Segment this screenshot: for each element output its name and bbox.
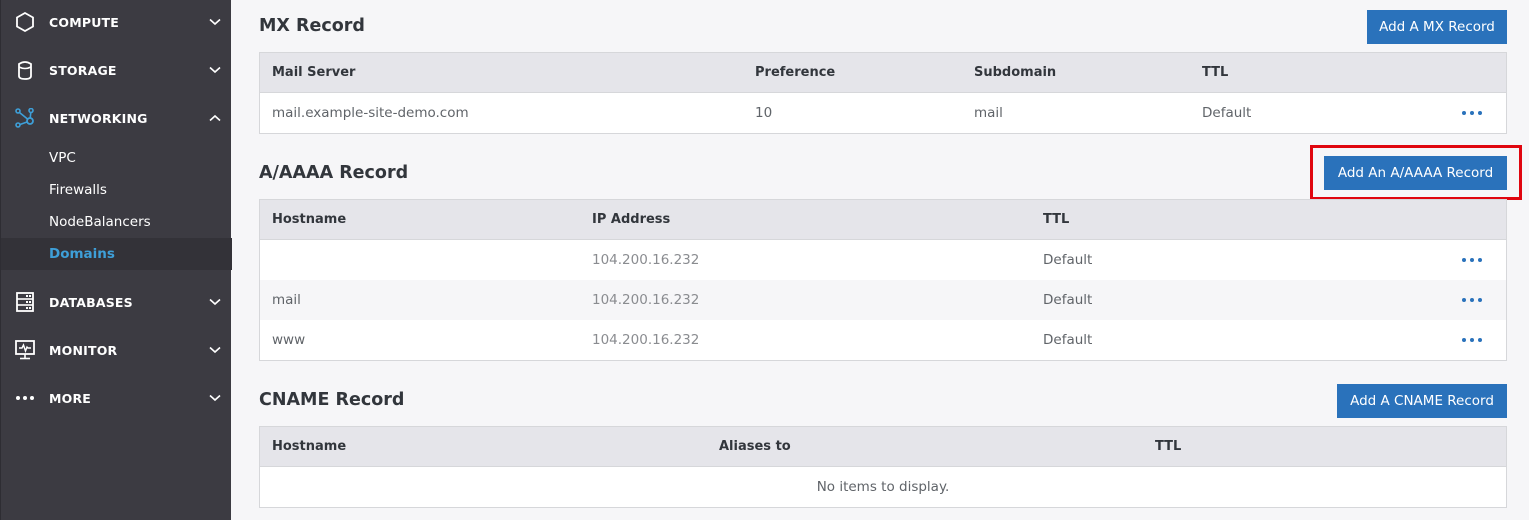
- hexagon-icon: [15, 11, 35, 33]
- table-row: mail.example-site-demo.com 10 mail Defau…: [260, 93, 1506, 133]
- column-header-ttl[interactable]: TTL: [1202, 53, 1228, 92]
- column-header-hostname[interactable]: Hostname: [272, 427, 346, 466]
- column-header-ip-address[interactable]: IP Address: [592, 200, 670, 239]
- chevron-down-icon: [209, 394, 221, 402]
- table-header: Mail Server Preference Subdomain TTL: [260, 53, 1506, 93]
- table-header: Hostname Aliases to TTL: [260, 427, 1506, 467]
- ttl-cell: Default: [1043, 252, 1093, 268]
- main-content: MX Record Add A MX Record Mail Server Pr…: [231, 0, 1529, 520]
- column-header-hostname[interactable]: Hostname: [272, 200, 346, 239]
- row-actions-menu-icon[interactable]: [1458, 254, 1486, 266]
- table-row: mail 104.200.16.232 Default: [260, 280, 1506, 320]
- a-aaaa-record-title: A/AAAA Record: [259, 163, 409, 183]
- nav-group-monitor[interactable]: MONITOR: [1, 326, 232, 374]
- more-dots-icon: [15, 387, 35, 409]
- nav-group-label: NETWORKING: [49, 110, 148, 126]
- nav-group-label: DATABASES: [49, 294, 133, 310]
- add-cname-record-button[interactable]: Add A CNAME Record: [1337, 384, 1507, 418]
- chevron-down-icon: [209, 298, 221, 306]
- ttl-cell: Default: [1043, 292, 1093, 308]
- a-aaaa-record-table: Hostname IP Address TTL 104.200.16.232 D…: [259, 199, 1507, 361]
- chevron-down-icon: [209, 18, 221, 26]
- preference-cell: 10: [755, 105, 773, 121]
- nav-group-databases[interactable]: DATABASES: [1, 278, 232, 326]
- empty-state-message: No items to display.: [816, 479, 950, 495]
- hostname-cell: mail: [272, 292, 301, 308]
- sidebar-item-label: Firewalls: [49, 182, 107, 198]
- column-header-ttl[interactable]: TTL: [1155, 427, 1181, 466]
- ip-address-cell: 104.200.16.232: [592, 252, 700, 268]
- sidebar-item-label: Domains: [49, 246, 115, 262]
- nav-group-label: MONITOR: [49, 342, 118, 358]
- nav-group-storage[interactable]: STORAGE: [1, 46, 232, 94]
- network-icon: [15, 107, 35, 129]
- hostname-cell: www: [272, 332, 306, 348]
- chevron-up-icon: [209, 114, 221, 122]
- nav-group-label: COMPUTE: [49, 14, 120, 30]
- table-header: Hostname IP Address TTL: [260, 200, 1506, 240]
- mail-server-cell: mail.example-site-demo.com: [272, 105, 469, 121]
- nav-group-label: STORAGE: [49, 62, 117, 78]
- column-header-aliases-to[interactable]: Aliases to: [719, 427, 791, 466]
- ttl-cell: Default: [1043, 332, 1093, 348]
- mx-record-table: Mail Server Preference Subdomain TTL mai…: [259, 52, 1507, 134]
- subdomain-cell: mail: [974, 105, 1003, 121]
- column-header-subdomain[interactable]: Subdomain: [974, 53, 1056, 92]
- sidebar-item-domains[interactable]: Domains: [1, 238, 232, 270]
- sidebar-item-label: VPC: [49, 150, 76, 166]
- sidebar-item-nodebalancers[interactable]: NodeBalancers: [1, 206, 232, 238]
- add-mx-record-button[interactable]: Add A MX Record: [1367, 10, 1507, 44]
- chevron-down-icon: [209, 66, 221, 74]
- ttl-cell: Default: [1202, 105, 1252, 121]
- nav-group-more[interactable]: MORE: [1, 374, 232, 422]
- nav-group-networking[interactable]: NETWORKING: [1, 94, 232, 142]
- monitor-icon: [15, 339, 35, 361]
- sidebar-item-label: NodeBalancers: [49, 214, 151, 230]
- ip-address-cell: 104.200.16.232: [592, 332, 700, 348]
- column-header-mail-server[interactable]: Mail Server: [272, 53, 355, 92]
- table-row: 104.200.16.232 Default: [260, 240, 1506, 280]
- column-header-preference[interactable]: Preference: [755, 53, 835, 92]
- nav-group-label: MORE: [49, 390, 92, 406]
- sidebar-item-vpc[interactable]: VPC: [1, 142, 232, 174]
- empty-row: No items to display.: [260, 467, 1506, 507]
- ip-address-cell: 104.200.16.232: [592, 292, 700, 308]
- table-row: www 104.200.16.232 Default: [260, 320, 1506, 360]
- cname-record-title: CNAME Record: [259, 390, 405, 410]
- row-actions-menu-icon[interactable]: [1458, 294, 1486, 306]
- row-actions-menu-icon[interactable]: [1458, 107, 1486, 119]
- sidebar: COMPUTE STORAGE NETWORKING VPC Firewalls…: [0, 0, 232, 520]
- add-a-aaaa-record-button[interactable]: Add An A/AAAA Record: [1324, 156, 1507, 190]
- chevron-down-icon: [209, 346, 221, 354]
- mx-record-title: MX Record: [259, 16, 365, 36]
- bucket-icon: [15, 59, 35, 81]
- column-header-ttl[interactable]: TTL: [1043, 200, 1069, 239]
- nav-group-compute[interactable]: COMPUTE: [1, 0, 232, 46]
- database-icon: [15, 291, 35, 313]
- row-actions-menu-icon[interactable]: [1458, 334, 1486, 346]
- sidebar-item-firewalls[interactable]: Firewalls: [1, 174, 232, 206]
- cname-record-table: Hostname Aliases to TTL No items to disp…: [259, 426, 1507, 508]
